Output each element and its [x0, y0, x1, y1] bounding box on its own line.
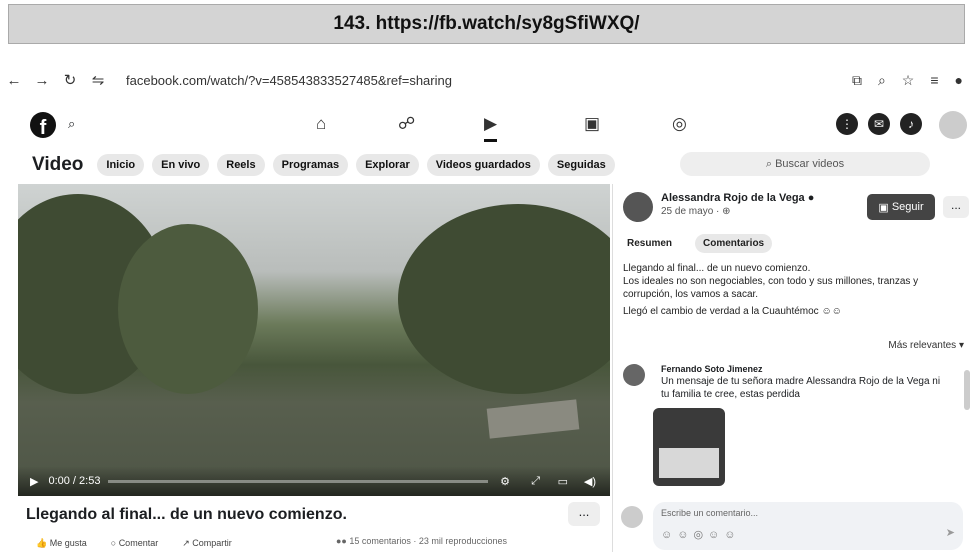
tab-explorar[interactable]: Explorar: [356, 154, 419, 176]
facebook-topbar: f ⌕ ⌂ ☍ ▶ ▣ ◎ ⋮ ✉ ♪: [0, 104, 973, 146]
star-icon[interactable]: ☆: [902, 72, 915, 89]
comment-button[interactable]: ○ Comentar: [111, 538, 158, 549]
reload-icon[interactable]: ↻: [56, 71, 84, 89]
tab-resumen[interactable]: Resumen: [619, 234, 680, 253]
commenter-name[interactable]: Fernando Soto Jimenez: [661, 364, 763, 374]
video-player[interactable]: ▶ 0:00 / 2:53 ⚙ ⤢ ▭ ◀): [18, 184, 610, 496]
emoji-toolbar-icon[interactable]: ☺☺◎☺☺: [661, 528, 741, 541]
progress-bar[interactable]: [108, 480, 488, 483]
player-time: 0:00 / 2:53: [48, 475, 101, 487]
pip-icon[interactable]: ▭: [558, 475, 568, 488]
settings-icon[interactable]: ⚙: [500, 475, 510, 488]
home-icon[interactable]: ⌂: [316, 114, 326, 134]
like-button[interactable]: 👍 Me gusta: [36, 538, 87, 549]
comment-image[interactable]: [653, 408, 725, 486]
video-section-title: Video: [32, 154, 84, 175]
expand-icon[interactable]: ⤢: [531, 475, 540, 488]
comment-image-screen: [659, 448, 719, 478]
video-stats-text: 15 comentarios · 23 mil reproducciones: [349, 536, 507, 546]
share-label: Compartir: [192, 538, 232, 548]
player-controls: ▶ 0:00 / 2:53 ⚙ ⤢ ▭ ◀): [18, 466, 610, 496]
post-description: Llegando al final... de un nuevo comienz…: [623, 262, 963, 318]
like-label: Me gusta: [49, 538, 87, 548]
follow-button[interactable]: ▣ Seguir: [867, 194, 935, 220]
video-frame-trees: [118, 224, 258, 394]
profile-icon[interactable]: ●: [955, 72, 963, 89]
tab-videos-guardados[interactable]: Videos guardados: [426, 154, 540, 176]
globe-icon: ⊕: [722, 206, 731, 217]
facebook-logo-icon[interactable]: f: [30, 112, 56, 138]
video-actions: 👍 Me gusta ○ Comentar ↗ Compartir: [36, 538, 232, 549]
description-line-text: Llegó el cambio de verdad a la Cuauhtémo…: [623, 306, 819, 317]
description-line: Llegando al final... de un nuevo comienz…: [623, 263, 811, 274]
volume-icon[interactable]: ◀): [584, 475, 596, 488]
verified-icon: ●: [807, 192, 815, 204]
follow-icon: ▣: [878, 201, 892, 214]
send-icon[interactable]: ➤: [946, 526, 955, 539]
post-date-text: 25 de mayo ·: [661, 206, 720, 217]
play-icon[interactable]: ▶: [30, 475, 38, 488]
search-icon[interactable]: ⌕: [68, 116, 75, 132]
author-avatar[interactable]: [623, 192, 653, 222]
description-line: Llegó el cambio de verdad a la Cuauhtémo…: [623, 305, 963, 318]
url-caption: 143. https://fb.watch/sy8gSfiWXQ/: [8, 4, 965, 44]
groups-icon[interactable]: ◎: [672, 114, 687, 134]
video-frame-object: [486, 399, 580, 439]
zoom-icon[interactable]: ⌕: [878, 72, 886, 89]
browser-toolbar: ← → ↻ ⇋ facebook.com/watch/?v=4585438335…: [0, 62, 973, 98]
site-settings-icon[interactable]: ⇋: [84, 71, 112, 89]
comments-scrollbar[interactable]: [964, 370, 970, 410]
video-frame-trees: [398, 204, 610, 394]
cast-icon[interactable]: ⧉: [852, 72, 862, 89]
description-line: Los ideales no son negociables, con todo…: [623, 276, 919, 300]
marketplace-icon[interactable]: ▣: [584, 114, 600, 134]
emoji-icon: ☺☺: [821, 306, 842, 317]
comment-input-placeholder: Escribe un comentario...: [661, 508, 759, 518]
messenger-icon[interactable]: ✉: [868, 113, 890, 135]
back-icon[interactable]: ←: [0, 72, 28, 89]
video-search-input[interactable]: ⌕ Buscar videos: [680, 152, 930, 176]
reactions-icon: ●●: [336, 536, 347, 546]
reading-list-icon[interactable]: ≡: [930, 72, 938, 89]
comment-text: Un mensaje de tu señora madre Alessandra…: [661, 376, 941, 400]
tab-programas[interactable]: Programas: [272, 154, 349, 176]
commenter-avatar[interactable]: [623, 364, 645, 386]
menu-icon[interactable]: ⋮: [836, 113, 858, 135]
friends-icon[interactable]: ☍: [398, 114, 415, 134]
follow-label: Seguir: [891, 201, 924, 213]
author-name[interactable]: Alessandra Rojo de la Vega ●: [661, 192, 814, 204]
video-stats: ●● 15 comentarios · 23 mil reproduccione…: [336, 536, 507, 546]
account-avatar[interactable]: [939, 111, 967, 139]
tab-en-vivo[interactable]: En vivo: [152, 154, 210, 176]
side-panel: Alessandra Rojo de la Vega ● 25 de mayo …: [612, 184, 973, 552]
video-more-button[interactable]: ...: [568, 502, 600, 526]
author-name-text: Alessandra Rojo de la Vega: [661, 192, 805, 204]
tab-comentarios[interactable]: Comentarios: [695, 234, 773, 253]
video-nav: Video Inicio En vivo Reels Programas Exp…: [0, 150, 973, 180]
notifications-icon[interactable]: ♪: [900, 113, 922, 135]
panel-more-button[interactable]: ...: [943, 196, 969, 218]
tab-seguidas[interactable]: Seguidas: [547, 154, 615, 176]
address-bar[interactable]: facebook.com/watch/?v=458543833527485&re…: [126, 73, 452, 88]
comment-label: Comentar: [118, 538, 159, 548]
comment-input[interactable]: Escribe un comentario... ☺☺◎☺☺ ➤: [653, 502, 963, 550]
chevron-down-icon: ▾: [958, 340, 964, 351]
video-icon[interactable]: ▶: [484, 114, 498, 142]
video-search-placeholder: Buscar videos: [775, 158, 845, 170]
tab-reels[interactable]: Reels: [217, 154, 265, 176]
sort-label: Más relevantes: [888, 340, 957, 351]
video-title: Llegando al final... de un nuevo comienz…: [26, 506, 347, 523]
my-avatar: [621, 506, 643, 528]
share-button[interactable]: ↗ Compartir: [182, 538, 232, 549]
tab-inicio[interactable]: Inicio: [97, 154, 145, 176]
sort-dropdown[interactable]: Más relevantes ▾: [888, 340, 964, 351]
post-date: 25 de mayo · ⊕: [661, 206, 731, 217]
search-icon: ⌕: [765, 157, 776, 170]
forward-icon[interactable]: →: [28, 72, 56, 89]
